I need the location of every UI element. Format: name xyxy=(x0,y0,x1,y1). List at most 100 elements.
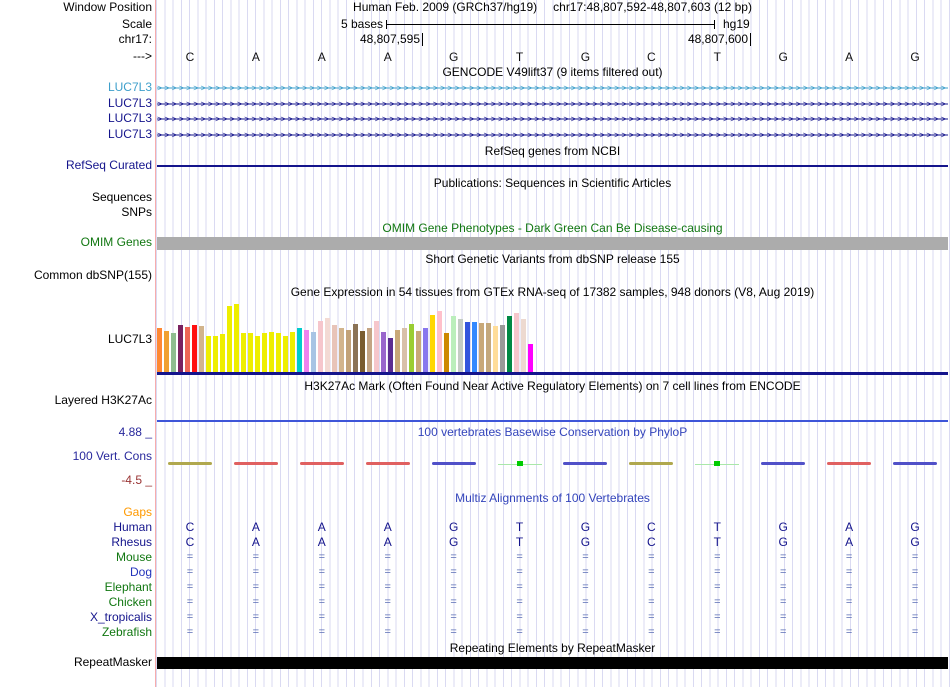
gtex-tissue-bar[interactable] xyxy=(241,333,246,373)
gtex-tissue-bar[interactable] xyxy=(374,321,379,373)
layered-h3k27ac-label[interactable]: Layered H3K27Ac xyxy=(55,394,152,407)
gtex-tissue-bar[interactable] xyxy=(227,306,232,373)
gencode-gene-label[interactable]: LUC7L3 xyxy=(108,112,152,125)
gtex-tissue-bar[interactable] xyxy=(311,332,316,373)
gtex-tissue-bar[interactable] xyxy=(269,332,274,373)
gtex-tissue-bar[interactable] xyxy=(458,319,463,373)
gtex-tissue-bar[interactable] xyxy=(276,333,281,373)
omim-track-title[interactable]: OMIM Gene Phenotypes - Dark Green Can Be… xyxy=(157,222,948,235)
gtex-tissue-bar[interactable] xyxy=(402,328,407,373)
conservation-mark-dot[interactable] xyxy=(516,461,523,466)
gtex-tissue-bar[interactable] xyxy=(192,325,197,373)
gtex-tissue-bar[interactable] xyxy=(381,332,386,373)
gtex-tissue-bar[interactable] xyxy=(283,336,288,373)
species-label-rhesus[interactable]: Rhesus xyxy=(111,536,152,549)
gtex-tissue-bar[interactable] xyxy=(416,331,421,373)
gtex-tissue-bar[interactable] xyxy=(353,324,358,373)
refseq-curated-label[interactable]: RefSeq Curated xyxy=(66,159,152,172)
gtex-tissue-bar[interactable] xyxy=(360,331,365,373)
gtex-tissue-bar[interactable] xyxy=(220,334,225,373)
gtex-tissue-bar[interactable] xyxy=(388,338,393,373)
gtex-tissue-bar[interactable] xyxy=(409,324,414,373)
gtex-tissue-bar[interactable] xyxy=(395,330,400,373)
dbsnp-track-title[interactable]: Short Genetic Variants from dbSNP releas… xyxy=(157,253,948,266)
gtex-tissue-bar[interactable] xyxy=(248,333,253,373)
conservation-mark-dot[interactable] xyxy=(714,461,721,466)
gtex-tissue-bar[interactable] xyxy=(171,333,176,373)
conservation-mark[interactable] xyxy=(167,462,212,465)
gtex-tissue-bar[interactable] xyxy=(444,333,449,373)
gtex-tissue-bar[interactable] xyxy=(339,328,344,373)
gtex-tissue-bar[interactable] xyxy=(332,325,337,373)
refseq-track-title[interactable]: RefSeq genes from NCBI xyxy=(157,145,948,158)
gtex-tissue-bar[interactable] xyxy=(234,304,239,373)
gtex-tissue-bar[interactable] xyxy=(472,322,477,373)
gtex-tissue-bar[interactable] xyxy=(290,332,295,373)
conservation-mark[interactable] xyxy=(563,462,608,465)
conservation-mark[interactable] xyxy=(827,462,872,465)
conservation-mark[interactable] xyxy=(893,462,938,465)
gtex-tissue-bar[interactable] xyxy=(486,323,491,373)
gtex-tissue-bar[interactable] xyxy=(451,316,456,373)
gtex-tissue-bar[interactable] xyxy=(500,325,505,373)
conservation-mark[interactable] xyxy=(431,462,476,465)
conservation-mark[interactable] xyxy=(233,462,278,465)
gtex-tissue-bar[interactable] xyxy=(367,328,372,373)
species-label-zebrafish[interactable]: Zebrafish xyxy=(102,626,152,639)
gtex-tissue-bar[interactable] xyxy=(430,315,435,373)
gtex-tissue-bar[interactable] xyxy=(521,319,526,373)
gtex-track-title[interactable]: Gene Expression in 54 tissues from GTEx … xyxy=(157,286,948,299)
gtex-tissue-bar[interactable] xyxy=(297,328,302,373)
species-label-dog[interactable]: Dog xyxy=(130,566,152,579)
gtex-tissue-bar[interactable] xyxy=(423,328,428,373)
gtex-tissue-bar[interactable] xyxy=(185,327,190,373)
species-label-mouse[interactable]: Mouse xyxy=(116,551,152,564)
h3k27ac-track-title[interactable]: H3K27Ac Mark (Often Found Near Active Re… xyxy=(157,380,948,393)
conservation-mark[interactable] xyxy=(299,462,344,465)
species-label-human[interactable]: Human xyxy=(113,521,152,534)
gtex-tissue-bar[interactable] xyxy=(178,325,183,373)
species-label-x_tropicalis[interactable]: X_tropicalis xyxy=(90,611,152,624)
gtex-tissue-bar[interactable] xyxy=(304,330,309,373)
gtex-tissue-bar[interactable] xyxy=(325,318,330,373)
gencode-track-title[interactable]: GENCODE V49lift37 (9 items filtered out) xyxy=(157,66,948,79)
omim-genes-label[interactable]: OMIM Genes xyxy=(81,236,152,249)
gencode-gene-item[interactable]: >>>>>>>>>>>>>>>>>>>>>>>>>>>>>>>>>>>>>>>>… xyxy=(157,81,948,95)
gtex-tissue-bar[interactable] xyxy=(262,333,267,373)
gtex-tissue-bar[interactable] xyxy=(514,313,519,373)
repeatmasker-item[interactable] xyxy=(157,657,948,669)
gencode-gene-label[interactable]: LUC7L3 xyxy=(108,81,152,94)
conservation-mark[interactable] xyxy=(761,462,806,465)
conservation-mark[interactable] xyxy=(365,462,410,465)
gaps-label[interactable]: Gaps xyxy=(123,506,152,519)
gtex-gene-label[interactable]: LUC7L3 xyxy=(108,333,152,346)
gencode-gene-label[interactable]: LUC7L3 xyxy=(108,97,152,110)
h3k27ac-signal-line[interactable] xyxy=(157,420,948,422)
common-dbsnp-label[interactable]: Common dbSNP(155) xyxy=(34,269,152,282)
gtex-tissue-bar[interactable] xyxy=(318,321,323,373)
gtex-tissue-bar[interactable] xyxy=(199,326,204,373)
gtex-tissue-bar[interactable] xyxy=(528,344,533,373)
snps-label[interactable]: SNPs xyxy=(121,206,152,219)
conservation-track-title[interactable]: 100 vertebrates Basewise Conservation by… xyxy=(157,426,948,439)
species-label-chicken[interactable]: Chicken xyxy=(109,596,152,609)
gtex-tissue-bar[interactable] xyxy=(437,311,442,373)
gtex-tissue-bar[interactable] xyxy=(213,336,218,373)
gencode-gene-label[interactable]: LUC7L3 xyxy=(108,128,152,141)
gtex-bar-chart[interactable] xyxy=(157,301,948,373)
species-label-elephant[interactable]: Elephant xyxy=(105,581,152,594)
multiz-track-title[interactable]: Multiz Alignments of 100 Vertebrates xyxy=(157,492,948,505)
gtex-tissue-bar[interactable] xyxy=(157,328,162,373)
conservation-mark[interactable] xyxy=(629,462,674,465)
gtex-tissue-bar[interactable] xyxy=(164,331,169,373)
gtex-tissue-bar[interactable] xyxy=(255,336,260,373)
gtex-tissue-bar[interactable] xyxy=(465,322,470,373)
repeatmasker-label[interactable]: RepeatMasker xyxy=(74,656,152,669)
conservation-label[interactable]: 100 Vert. Cons xyxy=(73,450,152,463)
omim-gene-item[interactable] xyxy=(157,237,948,250)
gtex-tissue-bar[interactable] xyxy=(479,323,484,373)
gtex-tissue-bar[interactable] xyxy=(206,336,211,373)
gencode-gene-item[interactable]: >>>>>>>>>>>>>>>>>>>>>>>>>>>>>>>>>>>>>>>>… xyxy=(157,97,948,111)
repeatmasker-track-title[interactable]: Repeating Elements by RepeatMasker xyxy=(157,642,948,655)
gtex-tissue-bar[interactable] xyxy=(493,326,498,373)
